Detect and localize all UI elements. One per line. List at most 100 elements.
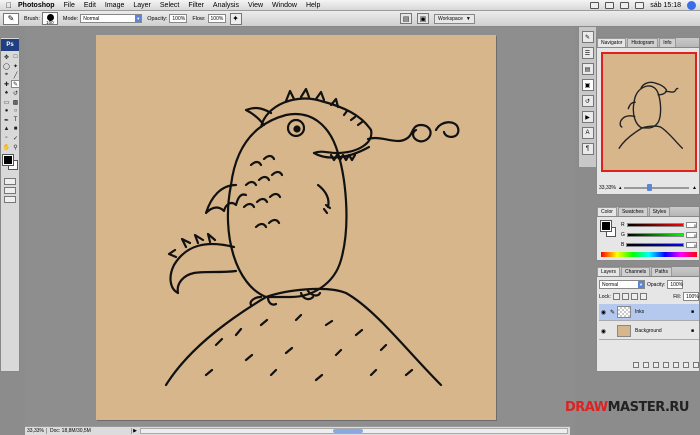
eraser-tool-icon[interactable]: ▭	[2, 98, 11, 106]
magic-wand-tool-icon[interactable]: ✦	[11, 62, 20, 70]
lock-position-icon[interactable]	[630, 293, 638, 300]
layer-row-inks[interactable]: ◉ ✎ Inks ■	[599, 304, 699, 321]
jump-to-imageready-button[interactable]	[4, 196, 16, 203]
paragraph-palette-icon[interactable]: ¶	[581, 143, 594, 155]
apple-icon[interactable]: 	[0, 1, 18, 10]
menu-help[interactable]: Help	[306, 2, 320, 9]
app-menu[interactable]: Photoshop	[18, 2, 55, 9]
layer-blend-mode-select[interactable]: Normal ▼	[599, 280, 645, 289]
history-brush-tool-icon[interactable]: ↺	[11, 89, 20, 97]
document-canvas[interactable]	[96, 35, 496, 420]
crop-tool-icon[interactable]: ⌖	[2, 71, 11, 79]
battery-icon[interactable]	[635, 1, 645, 9]
adjustment-layer-icon[interactable]	[663, 362, 669, 368]
layer-mask-icon[interactable]	[653, 362, 659, 368]
palette-well-button[interactable]: ▤	[400, 13, 412, 24]
menu-window[interactable]: Window	[272, 2, 297, 9]
character-palette-icon[interactable]: A	[581, 127, 594, 139]
lock-pixels-icon[interactable]	[621, 293, 629, 300]
volume-icon[interactable]	[620, 1, 630, 9]
pen-tool-icon[interactable]: ✒	[2, 116, 11, 124]
marquee-tool-icon[interactable]: □	[11, 53, 20, 61]
brush-tool-icon[interactable]: ✎	[11, 80, 20, 88]
status-menu-arrow-icon[interactable]: ▶	[132, 428, 138, 434]
menu-edit[interactable]: Edit	[84, 2, 96, 9]
navigator-zoom-slider[interactable]	[624, 183, 690, 191]
navigator-palette-icon[interactable]: ▣	[581, 79, 594, 91]
blue-channel-value[interactable]: 0	[686, 242, 697, 248]
quick-mask-button[interactable]	[4, 178, 16, 185]
tab-paths[interactable]: Paths	[651, 267, 672, 276]
screen-mode-button[interactable]	[4, 187, 16, 194]
tab-layers[interactable]: Layers	[597, 267, 621, 276]
healing-tool-icon[interactable]: ✚	[2, 80, 11, 88]
blue-channel-slider[interactable]	[626, 243, 684, 247]
tab-channels[interactable]: Channels	[621, 267, 651, 276]
wifi-icon[interactable]	[605, 1, 615, 9]
airbrush-toggle[interactable]: ✦	[229, 12, 242, 25]
green-channel-value[interactable]: 0	[686, 232, 697, 238]
link-layers-icon[interactable]	[633, 362, 639, 368]
gradient-tool-icon[interactable]: ▩	[11, 98, 20, 106]
brushes-palette-icon[interactable]: ✎	[581, 31, 594, 43]
menu-view[interactable]: View	[248, 2, 263, 9]
color-foreground-swatch[interactable]	[600, 220, 612, 232]
type-tool-icon[interactable]: T	[11, 116, 20, 124]
foreground-color-swatch[interactable]	[2, 154, 14, 166]
navigator-preview[interactable]	[601, 52, 697, 172]
layer-row-background[interactable]: ◉ Background ■	[599, 323, 699, 340]
slider-knob[interactable]	[647, 183, 653, 191]
tab-swatches[interactable]: Swatches	[617, 207, 648, 216]
tab-histogram[interactable]: Histogram	[627, 38, 659, 47]
tool-preset-picker[interactable]: ✎	[3, 12, 19, 25]
zoom-in-icon[interactable]: ▲	[692, 185, 697, 191]
stamp-tool-icon[interactable]: ♠	[2, 89, 11, 97]
mode-select[interactable]: Normal ▼	[80, 14, 143, 23]
status-zoom[interactable]: 33,33%	[25, 428, 47, 434]
flow-field[interactable]: 100%	[207, 14, 226, 23]
navigator-zoom-value[interactable]: 33,33%	[599, 185, 616, 191]
opacity-field[interactable]: 100%	[169, 14, 188, 23]
tab-color[interactable]: Color	[597, 207, 617, 216]
shape-tool-icon[interactable]: ■	[11, 125, 20, 133]
horizontal-scrollbar[interactable]	[140, 428, 568, 434]
path-select-tool-icon[interactable]: ▲	[2, 125, 11, 133]
scrollbar-thumb[interactable]	[332, 429, 363, 433]
green-channel-slider[interactable]	[626, 233, 684, 237]
layer-style-icon[interactable]	[643, 362, 649, 368]
blur-tool-icon[interactable]: ●	[2, 107, 11, 115]
lock-all-icon[interactable]	[639, 293, 647, 300]
layer-fill-field[interactable]: 100%	[683, 292, 699, 301]
actions-palette-icon[interactable]: ▶	[581, 111, 594, 123]
spotlight-icon[interactable]	[687, 0, 696, 10]
hand-tool-icon[interactable]: ✋	[2, 143, 11, 151]
menubar-clock[interactable]: sáb 15:18	[650, 2, 681, 9]
lasso-tool-icon[interactable]: ◯	[2, 62, 11, 70]
menu-image[interactable]: Image	[105, 2, 124, 9]
layer-comps-palette-icon[interactable]: ▤	[581, 63, 594, 75]
new-group-icon[interactable]	[673, 362, 679, 368]
zoom-tool-icon[interactable]: ⚲	[11, 143, 20, 151]
zoom-out-icon[interactable]: ▴	[619, 185, 622, 191]
tab-info[interactable]: Info	[659, 38, 676, 47]
workspace-menu[interactable]: Workspace ▼	[434, 13, 475, 24]
history-palette-icon[interactable]: ↺	[581, 95, 594, 107]
move-tool-icon[interactable]: ✥	[2, 53, 11, 61]
menu-file[interactable]: File	[64, 2, 75, 9]
lock-transparency-icon[interactable]	[612, 293, 620, 300]
tab-navigator[interactable]: Navigator	[597, 38, 627, 47]
dodge-tool-icon[interactable]: ○	[11, 107, 20, 115]
color-ramp[interactable]	[601, 252, 697, 257]
tab-styles[interactable]: Styles	[648, 207, 671, 216]
new-layer-icon[interactable]	[683, 362, 689, 368]
menu-layer[interactable]: Layer	[133, 2, 151, 9]
tool-presets-palette-icon[interactable]: ☰	[581, 47, 594, 59]
bluetooth-icon[interactable]	[590, 1, 600, 9]
brush-picker[interactable]: 100	[41, 12, 58, 25]
eyedropper-tool-icon[interactable]: ✓	[11, 134, 20, 142]
notes-tool-icon[interactable]: ▫	[2, 134, 11, 142]
status-doc-info[interactable]: Doc: 18,8M/30,5M	[47, 428, 132, 434]
visibility-eye-icon[interactable]: ◉	[599, 309, 608, 316]
bridge-button[interactable]: ▣	[417, 13, 429, 24]
red-channel-value[interactable]: 0	[686, 222, 697, 228]
